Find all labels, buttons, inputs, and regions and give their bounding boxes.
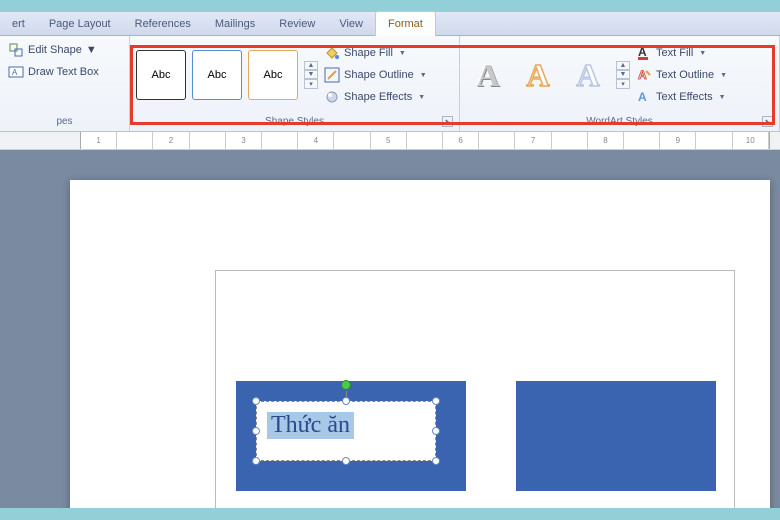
- textbox-selected[interactable]: Thức ăn: [256, 401, 436, 461]
- resize-handle[interactable]: [342, 457, 350, 465]
- gallery-scroll[interactable]: ▲▼▾: [304, 61, 318, 89]
- chevron-down-icon: ▼: [86, 44, 97, 56]
- svg-text:A: A: [638, 68, 647, 82]
- rotation-handle[interactable]: [341, 380, 351, 390]
- group-wordart-styles: A A A ▲▼▾ A Text Fill ▼ A Text Outline ▼ A…: [460, 36, 780, 131]
- group-shape-styles: Abc Abc Abc ▲▼▾ Shape Fill ▼ Shape Outlin…: [130, 36, 460, 131]
- edit-shape-label: Edit Shape: [28, 44, 82, 56]
- resize-handle[interactable]: [252, 457, 260, 465]
- shape-style-3[interactable]: Abc: [248, 50, 298, 100]
- text-outline-label: Text Outline: [656, 69, 714, 81]
- text-fill-label: Text Fill: [656, 47, 693, 59]
- svg-text:A: A: [12, 68, 18, 77]
- wordart-gallery[interactable]: A A A ▲▼▾: [466, 40, 630, 110]
- horizontal-ruler[interactable]: 12345678910: [0, 132, 780, 150]
- resize-handle[interactable]: [432, 427, 440, 435]
- dialog-launcher-icon[interactable]: ⬊: [762, 116, 773, 127]
- shape-effects-label: Shape Effects: [344, 91, 412, 103]
- svg-text:A: A: [638, 90, 647, 104]
- resize-handle[interactable]: [432, 457, 440, 465]
- text-outline-icon: A: [636, 67, 652, 83]
- shape-style-gallery[interactable]: Abc Abc Abc ▲▼▾: [136, 40, 318, 110]
- draw-text-box-label: Draw Text Box: [28, 66, 99, 78]
- chevron-down-icon: ▼: [720, 72, 727, 79]
- shape-outline-button[interactable]: Shape Outline ▼: [322, 65, 429, 85]
- resize-handle[interactable]: [252, 397, 260, 405]
- shape-style-2[interactable]: Abc: [192, 50, 242, 100]
- text-box-icon: A: [8, 64, 24, 80]
- text-effects-label: Text Effects: [656, 91, 713, 103]
- dialog-launcher-icon[interactable]: ⬊: [442, 116, 453, 127]
- resize-handle[interactable]: [432, 397, 440, 405]
- ribbon-tabs: ert Page Layout References Mailings Revi…: [0, 12, 780, 36]
- tab-references[interactable]: References: [123, 12, 203, 35]
- text-fill-icon: A: [636, 45, 652, 61]
- text-effects-icon: A: [636, 89, 652, 105]
- tab-view[interactable]: View: [327, 12, 375, 35]
- shape-fill-button[interactable]: Shape Fill ▼: [322, 43, 429, 63]
- svg-text:A: A: [638, 45, 647, 59]
- tab-review[interactable]: Review: [267, 12, 327, 35]
- chevron-down-icon: ▼: [719, 94, 726, 101]
- pencil-outline-icon: [324, 67, 340, 83]
- shape-fill-label: Shape Fill: [344, 47, 393, 59]
- tab-insert[interactable]: ert: [0, 12, 37, 35]
- chevron-down-icon: ▼: [418, 94, 425, 101]
- edit-shape-icon: [8, 42, 24, 58]
- tab-mailings[interactable]: Mailings: [203, 12, 267, 35]
- draw-text-box-button[interactable]: A Draw Text Box: [6, 62, 123, 82]
- document-area[interactable]: Thức ăn: [0, 150, 780, 508]
- shape-outline-label: Shape Outline: [344, 69, 414, 81]
- edit-shape-button[interactable]: Edit Shape ▼: [6, 40, 123, 60]
- tab-page-layout[interactable]: Page Layout: [37, 12, 123, 35]
- ribbon: Edit Shape ▼ A Draw Text Box pes Abc Abc …: [0, 36, 780, 132]
- shape-rectangle-2[interactable]: [516, 381, 716, 491]
- shape-effects-button[interactable]: Shape Effects ▼: [322, 87, 429, 107]
- chevron-down-icon: ▼: [399, 50, 406, 57]
- wordart-style-3[interactable]: A: [566, 53, 610, 97]
- drawing-canvas[interactable]: Thức ăn: [215, 270, 735, 508]
- text-fill-button[interactable]: A Text Fill ▼: [634, 43, 729, 63]
- effects-icon: [324, 89, 340, 105]
- group-insert-shapes: Edit Shape ▼ A Draw Text Box pes: [0, 36, 130, 131]
- chevron-down-icon: ▼: [699, 50, 706, 57]
- resize-handle[interactable]: [252, 427, 260, 435]
- text-outline-button[interactable]: A Text Outline ▼: [634, 65, 729, 85]
- group-label-shapes: pes: [6, 114, 123, 129]
- chevron-down-icon: ▼: [420, 72, 427, 79]
- group-label-shape-styles: Shape Styles⬊: [136, 114, 453, 129]
- textbox-text[interactable]: Thức ăn: [267, 412, 354, 439]
- page: Thức ăn: [70, 180, 770, 508]
- group-label-wordart: WordArt Styles⬊: [466, 114, 773, 129]
- shape-style-1[interactable]: Abc: [136, 50, 186, 100]
- resize-handle[interactable]: [342, 397, 350, 405]
- text-effects-button[interactable]: A Text Effects ▼: [634, 87, 729, 107]
- tab-format[interactable]: Format: [375, 11, 436, 36]
- wordart-style-1[interactable]: A: [466, 53, 510, 97]
- wa-gallery-scroll[interactable]: ▲▼▾: [616, 61, 630, 89]
- wordart-style-2[interactable]: A: [516, 53, 560, 97]
- paint-bucket-icon: [324, 45, 340, 61]
